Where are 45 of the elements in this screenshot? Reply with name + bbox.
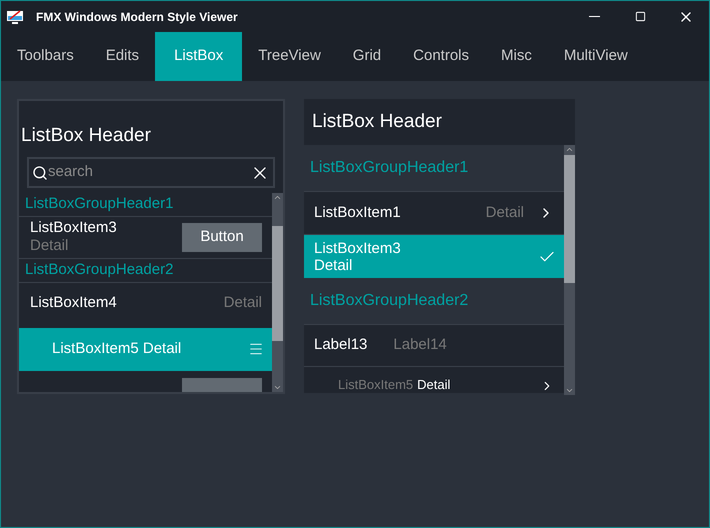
tab[interactable]: Grid	[336, 32, 398, 81]
item-detail: Detail	[314, 256, 354, 274]
tab[interactable]: Toolbars	[1, 32, 90, 81]
scroll-up-icon[interactable]	[273, 193, 282, 202]
item-detail: Detail	[30, 237, 70, 256]
tab[interactable]: Misc	[485, 32, 548, 81]
item-button[interactable]: Button	[182, 222, 262, 252]
scrollbar[interactable]	[272, 193, 283, 392]
listbox-header: ListBox Header	[20, 124, 152, 148]
scroll-thumb[interactable]	[272, 226, 283, 341]
item-detail: Detail	[417, 377, 452, 393]
item-detail: Detail	[224, 293, 262, 314]
item-text: Label13	[314, 335, 368, 356]
item-detail: Detail	[486, 202, 524, 223]
item-text: ListBoxItem3	[314, 240, 401, 256]
search-icon	[32, 164, 48, 180]
scroll-up-icon[interactable]	[565, 145, 574, 154]
list-item[interactable]: ListBoxItem3 Detail Button	[19, 216, 272, 260]
list-item[interactable]: ListBoxItem1 Detail	[304, 192, 564, 235]
tab[interactable]: Controls	[397, 32, 485, 81]
tab[interactable]: TreeView	[242, 32, 337, 81]
search-box[interactable]: search	[27, 157, 275, 188]
scroll-thumb[interactable]	[564, 155, 575, 283]
group-header: ListBoxGroupHeader1	[19, 193, 272, 216]
list-item[interactable]: ListBoxItem5 Detail	[304, 367, 564, 393]
maximize-icon	[634, 11, 646, 22]
item-text: ListBoxItem4	[30, 293, 117, 314]
window-title: FMX Windows Modern Style Viewer	[36, 8, 239, 26]
scroll-down-icon[interactable]	[565, 386, 574, 395]
item-detail: Label14	[393, 335, 447, 356]
list-item[interactable]: ListBoxItem4 Detail	[19, 282, 272, 324]
list-item[interactable]: Label13 Label14	[304, 325, 564, 367]
search-field[interactable]: search	[48, 161, 250, 184]
tab[interactable]: Edits	[90, 32, 156, 81]
item-text: ListBoxItem3	[30, 219, 117, 238]
item-text: ListBoxItem5	[338, 377, 414, 393]
minimize-icon	[588, 16, 600, 17]
group-header: ListBoxGroupHeader2	[19, 259, 272, 283]
listbox-header: ListBox Header	[304, 99, 575, 145]
app-icon	[7, 10, 23, 24]
item-text: ListBoxItem5 Detail	[52, 338, 182, 359]
item-text: ListBoxItem1	[314, 202, 402, 223]
tab[interactable]: MultiView	[548, 32, 644, 81]
scrollbar[interactable]	[564, 145, 575, 395]
scroll-down-icon[interactable]	[273, 383, 282, 392]
